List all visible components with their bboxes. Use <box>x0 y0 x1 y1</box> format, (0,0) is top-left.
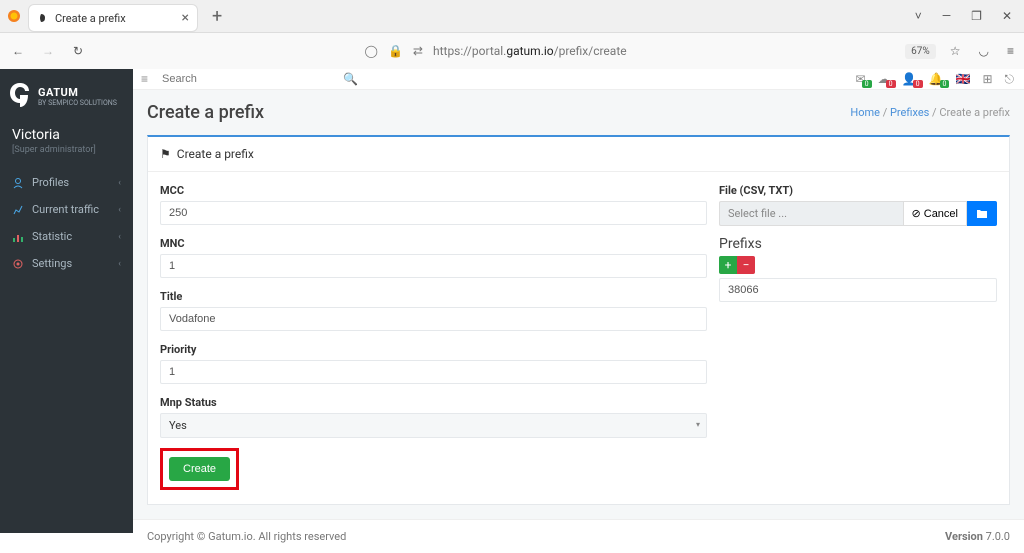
cloud-icon[interactable]: ☁0 <box>878 72 890 86</box>
username: Victoria <box>0 117 133 145</box>
gear-icon <box>12 258 24 270</box>
address-icons: ◯ 🔒 ⇄ <box>365 44 423 58</box>
remove-prefix-button[interactable]: − <box>737 256 755 274</box>
title-input[interactable] <box>160 307 707 331</box>
sidebar-item-profiles[interactable]: Profiles ‹ <box>0 169 133 196</box>
back-button[interactable]: ← <box>10 44 26 58</box>
footer-version: Version 7.0.0 <box>945 530 1010 543</box>
priority-input[interactable] <box>160 360 707 384</box>
brand: GATUM BY SEMPICO SOLUTIONS <box>0 69 133 117</box>
lock-icon[interactable]: 🔒 <box>388 44 403 58</box>
form-column: MCC MNC Title Priority Mnp Status Yes <box>160 172 707 490</box>
folder-icon <box>976 209 988 219</box>
page-title: Create a prefix <box>147 102 264 123</box>
chevron-left-icon: ‹ <box>118 232 121 242</box>
brand-logo-icon <box>10 83 30 109</box>
box-title: ⚑ Create a prefix <box>148 137 1009 172</box>
chevron-left-icon: ‹ <box>118 205 121 215</box>
tab-title: Create a prefix <box>55 12 176 25</box>
browser-app-icon <box>0 9 28 23</box>
close-window-button[interactable]: ✕ <box>1002 9 1012 23</box>
content-box: ⚑ Create a prefix MCC MNC Title Priority <box>147 135 1010 505</box>
userrole: [Super administrator] <box>0 145 133 169</box>
footer: Copyright © Gatum.io. All rights reserve… <box>133 519 1024 553</box>
topbar: ≡ 🔍 ✉0 ☁0 👤0 🔔0 🇬🇧 ⊞ ⎋ <box>133 69 1024 90</box>
mnc-input[interactable] <box>160 254 707 278</box>
user-icon[interactable]: 👤0 <box>902 72 917 86</box>
flag-icon[interactable]: 🇬🇧 <box>955 72 970 86</box>
submit-highlight: Create <box>160 448 239 490</box>
breadcrumb: Home / Prefixes / Create a prefix <box>850 106 1010 119</box>
chevron-down-icon: ▾ <box>696 420 700 429</box>
right-column: File (CSV, TXT) Select file ... ⊘ Cancel… <box>719 172 997 490</box>
file-label: File (CSV, TXT) <box>719 184 997 197</box>
tab-close-button[interactable]: × <box>182 10 189 26</box>
stats-icon <box>12 231 24 243</box>
nav-label: Settings <box>32 257 72 270</box>
maximize-button[interactable]: ❐ <box>971 9 982 23</box>
bell-icon[interactable]: 🔔0 <box>929 72 944 86</box>
zoom-badge[interactable]: 67% <box>905 44 936 59</box>
priority-label: Priority <box>160 343 707 356</box>
hamburger-icon[interactable]: ≡ <box>141 72 148 86</box>
tab-strip: Create a prefix × + <box>28 0 228 32</box>
create-button[interactable]: Create <box>169 457 230 481</box>
nav-label: Profiles <box>32 176 69 189</box>
chevron-left-icon: ‹ <box>118 178 121 188</box>
file-cancel-button[interactable]: ⊘ Cancel <box>903 201 967 226</box>
reload-button[interactable]: ↻ <box>70 44 86 58</box>
permissions-icon[interactable]: ⇄ <box>413 44 423 58</box>
breadcrumb-current: Create a prefix <box>939 106 1010 119</box>
new-tab-button[interactable]: + <box>206 6 228 27</box>
minimize-button[interactable]: — <box>942 9 951 23</box>
search-input[interactable] <box>158 69 337 89</box>
logout-icon[interactable]: ⎋ <box>1005 72 1015 87</box>
search-icon[interactable]: 🔍 <box>343 72 358 86</box>
title-label: Title <box>160 290 707 303</box>
chevron-left-icon: ‹ <box>118 259 121 269</box>
mnc-label: MNC <box>160 237 707 250</box>
mnp-select[interactable]: Yes ▾ <box>160 413 707 438</box>
grid-icon[interactable]: ⊞ <box>982 72 992 86</box>
sidebar-nav: Profiles ‹ Current traffic ‹ Statistic ‹… <box>0 169 133 277</box>
flag-icon: ⚑ <box>160 147 171 161</box>
main-content: ≡ 🔍 ✉0 ☁0 👤0 🔔0 🇬🇧 ⊞ ⎋ Create a prefix H… <box>133 69 1024 533</box>
sidebar-item-settings[interactable]: Settings ‹ <box>0 250 133 277</box>
favicon-icon <box>37 12 49 24</box>
brand-sub: BY SEMPICO SOLUTIONS <box>38 99 117 107</box>
file-open-button[interactable] <box>967 201 997 226</box>
sidebar-item-traffic[interactable]: Current traffic ‹ <box>0 196 133 223</box>
browser-chrome: Create a prefix × + ˅ — ❐ ✕ <box>0 0 1024 33</box>
mnp-label: Mnp Status <box>160 396 707 409</box>
msg-icon[interactable]: ✉0 <box>856 72 866 86</box>
cancel-icon: ⊘ <box>912 207 921 220</box>
breadcrumb-prefixes[interactable]: Prefixes <box>890 106 929 119</box>
forward-button[interactable]: → <box>40 44 56 58</box>
sidebar: GATUM BY SEMPICO SOLUTIONS Victoria [Sup… <box>0 69 133 533</box>
page-header: Create a prefix Home / Prefixes / Create… <box>133 90 1024 135</box>
prefixs-title: Prefixs <box>719 236 997 252</box>
add-prefix-button[interactable]: + <box>719 256 737 274</box>
pocket-icon[interactable]: ◡ <box>979 44 989 58</box>
breadcrumb-home[interactable]: Home <box>850 106 880 119</box>
traffic-icon <box>12 204 24 216</box>
browser-toolbar: ← → ↻ ◯ 🔒 ⇄ https://portal.gatum.io/pref… <box>0 33 1024 69</box>
nav-label: Statistic <box>32 230 72 243</box>
mcc-label: MCC <box>160 184 707 197</box>
brand-name: GATUM <box>38 86 117 99</box>
chevron-down-icon[interactable]: ˅ <box>915 9 922 23</box>
sidebar-item-statistic[interactable]: Statistic ‹ <box>0 223 133 250</box>
bookmark-star-icon[interactable]: ☆ <box>950 44 961 58</box>
mcc-input[interactable] <box>160 201 707 225</box>
nav-label: Current traffic <box>32 203 99 216</box>
file-select-input[interactable]: Select file ... <box>719 201 903 226</box>
shield-icon[interactable]: ◯ <box>365 44 378 58</box>
address-bar[interactable]: https://portal.gatum.io/prefix/create <box>433 44 627 58</box>
profile-icon <box>12 177 24 189</box>
footer-copyright: Copyright © Gatum.io. All rights reserve… <box>147 530 346 543</box>
browser-tab[interactable]: Create a prefix × <box>28 4 198 32</box>
prefix-input[interactable] <box>719 278 997 302</box>
menu-icon[interactable]: ≡ <box>1007 44 1014 58</box>
